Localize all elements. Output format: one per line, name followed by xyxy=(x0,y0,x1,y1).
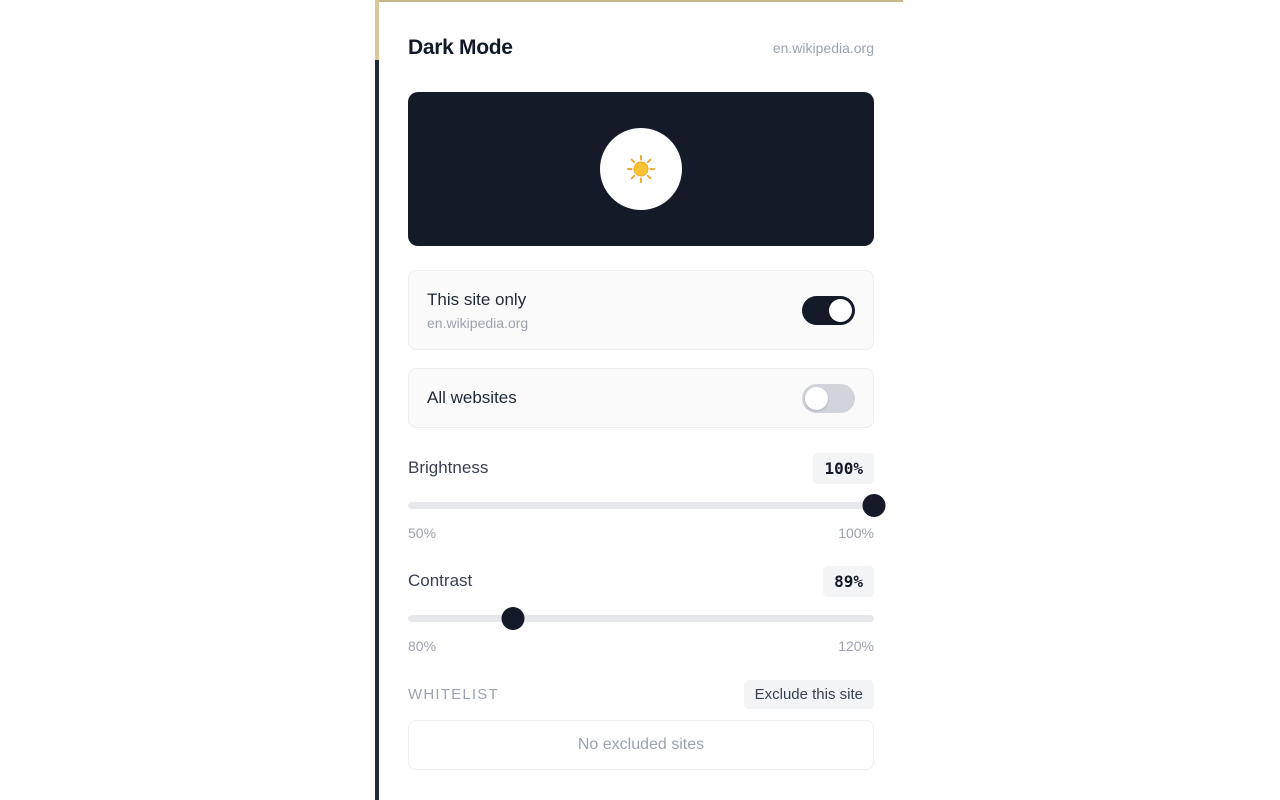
brightness-range: 50% 100% xyxy=(408,525,874,541)
contrast-slider-thumb[interactable] xyxy=(501,607,525,630)
contrast-header: Contrast 89% xyxy=(408,565,874,597)
theme-toggle-button[interactable] xyxy=(600,128,682,210)
brightness-control: Brightness 100% 50% 100% xyxy=(408,452,886,541)
dark-mode-popup: Dark Mode en.wikipedia.org This site onl… xyxy=(379,2,903,800)
sun-icon xyxy=(626,154,656,184)
dark-mode-preview xyxy=(408,92,874,246)
current-domain: en.wikipedia.org xyxy=(772,40,874,56)
brightness-max-label: 100% xyxy=(838,525,874,541)
brightness-min-label: 50% xyxy=(408,525,437,541)
contrast-label: Contrast xyxy=(408,571,473,590)
contrast-control: Contrast 89% 80% 120% xyxy=(408,565,874,654)
contrast-value: 89% xyxy=(823,565,874,597)
toggle-knob xyxy=(829,298,852,322)
brightness-value: 100% xyxy=(813,452,874,484)
exclude-site-button[interactable]: Exclude this site xyxy=(743,679,874,709)
popup-title: Dark Mode xyxy=(408,36,513,59)
all-websites-row: All websites xyxy=(408,368,874,428)
whitelist-header: WHITELIST Exclude this site xyxy=(408,679,874,709)
contrast-range: 80% 120% xyxy=(408,638,874,654)
site-only-toggle[interactable] xyxy=(802,295,855,325)
brightness-label: Brightness xyxy=(408,458,489,477)
site-only-domain: en.wikipedia.org xyxy=(427,314,529,331)
contrast-min-label: 80% xyxy=(408,638,437,654)
brightness-header: Brightness 100% xyxy=(408,452,874,484)
site-only-label: This site only xyxy=(427,289,527,309)
site-only-row: This site only en.wikipedia.org xyxy=(408,270,874,350)
contrast-max-label: 120% xyxy=(838,638,874,654)
all-websites-toggle[interactable] xyxy=(802,383,855,413)
contrast-slider-track[interactable] xyxy=(408,607,874,630)
popup-header: Dark Mode en.wikipedia.org xyxy=(408,2,874,92)
brightness-slider-track[interactable] xyxy=(408,494,886,517)
brightness-slider-thumb[interactable] xyxy=(862,494,886,517)
toggle-knob xyxy=(805,386,828,410)
whitelist-empty-state: No excluded sites xyxy=(408,720,874,770)
whitelist-title: WHITELIST xyxy=(408,685,499,703)
all-websites-label: All websites xyxy=(427,388,517,407)
site-only-text: This site only en.wikipedia.org xyxy=(427,290,528,331)
